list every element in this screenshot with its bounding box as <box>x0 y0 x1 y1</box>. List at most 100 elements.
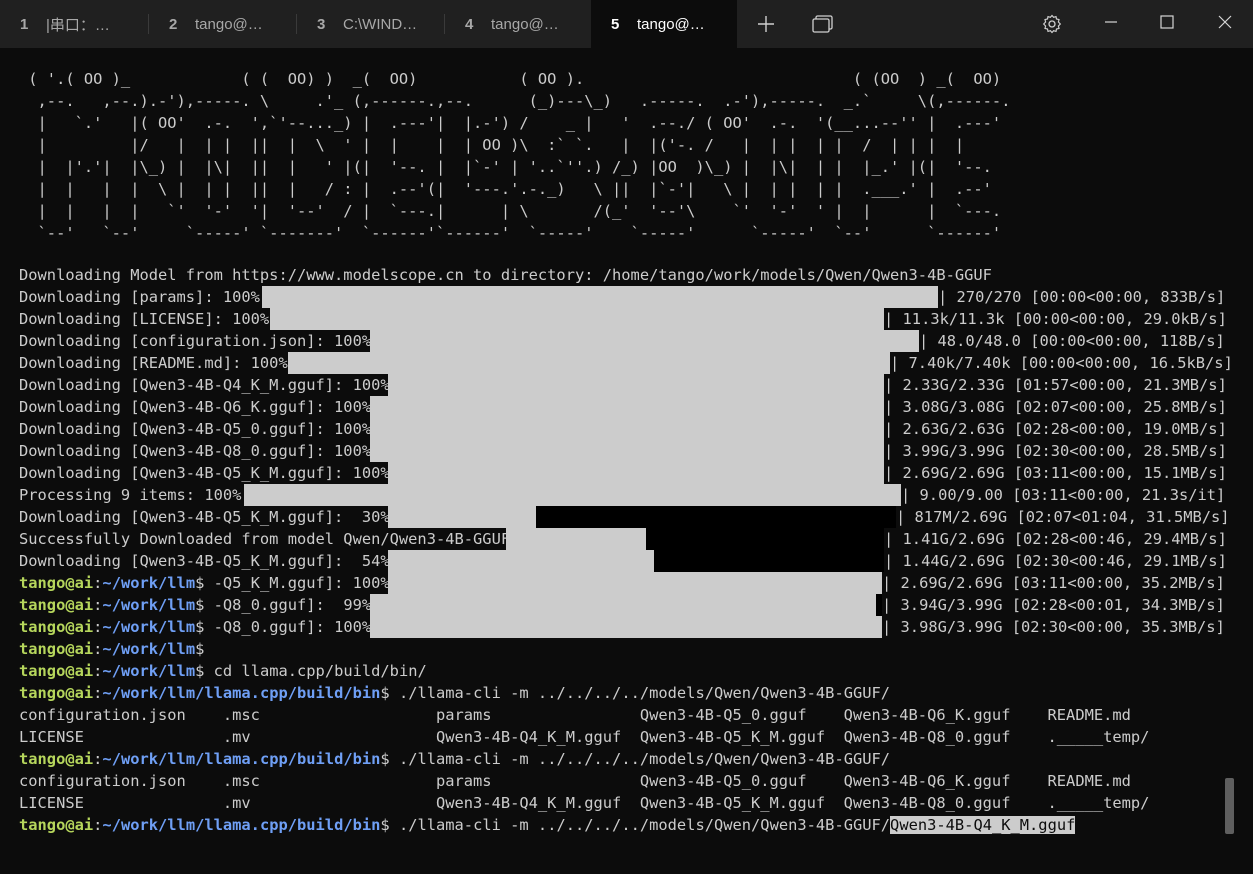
prompt-command: $ ./llama-cli -m ../../../../models/Qwen… <box>380 750 891 768</box>
prompt-user: tango@ai <box>19 618 94 636</box>
file-listing-row: LICENSE .mv Qwen3-4B-Q4_K_M.gguf Qwen3-4… <box>19 794 1150 812</box>
prompt-line: tango@ai:~/work/llm$ -Q5_K_M.gguf]: 100%… <box>19 574 399 592</box>
tab-bar: 1 |串口：… 2 tango@… 3 C:\WIND… 4 tango@… 5… <box>0 0 1253 48</box>
progress-stats: | 1.44G/2.69G [02:30<00:46, 29.1MB/s] <box>884 552 1227 570</box>
tab-completion-suggestion[interactable]: Qwen3-4B-Q4_K_M.gguf <box>890 816 1076 834</box>
prompt-path: ~/work/llm <box>102 618 196 636</box>
progress-stats: | 817M/2.69G [02:07<01:04, 31.5MB/s] <box>896 508 1230 526</box>
prompt-user: tango@ai <box>19 750 94 768</box>
plus-icon <box>758 16 774 32</box>
progress-stats: | 7.40k/7.40k [00:00<00:00, 16.5kB/s] <box>890 354 1233 372</box>
progress-bar <box>270 308 884 330</box>
minimize-icon <box>1105 21 1117 23</box>
progress-bar <box>370 440 884 462</box>
maximize-button[interactable] <box>1139 0 1195 44</box>
gear-icon <box>1042 14 1062 34</box>
progress-bar <box>370 330 919 352</box>
prompt-path: ~/work/llm <box>102 596 196 614</box>
tab-number: 3 <box>317 15 326 33</box>
terminal-output[interactable]: ( '.( OO )_ ( ( OO) ) _( OO) ( OO ). ( (… <box>0 48 1253 874</box>
tab-1[interactable]: 1 |串口：… <box>0 0 148 48</box>
progress-stats: | 11.3k/11.3k [00:00<00:00, 29.0kB/s] <box>884 310 1227 328</box>
close-button[interactable] <box>1197 0 1253 44</box>
progress-label: Downloading [Qwen3-4B-Q5_K_M.gguf]: 100%… <box>19 464 399 482</box>
progress-label: Downloading [LICENSE]: 100%| <box>19 310 279 328</box>
progress-bar <box>370 418 884 440</box>
prompt-command: $ -Q8_0.gguf]: 99%| <box>195 596 381 614</box>
progress-label: Downloading [Qwen3-4B-Q8_0.gguf]: 100%| <box>19 442 381 460</box>
progress-stats: | 2.69G/2.69G [03:11<00:00, 15.1MB/s] <box>884 464 1227 482</box>
prompt-user: tango@ai <box>19 574 94 592</box>
progress-bar <box>388 374 884 396</box>
progress-stats: | 3.08G/3.08G [02:07<00:00, 25.8MB/s] <box>884 398 1227 416</box>
progress-bar <box>506 528 646 550</box>
prompt-command: $ -Q8_0.gguf]: 100%| <box>195 618 381 636</box>
tab-2[interactable]: 2 tango@… <box>149 0 296 48</box>
prompt-path: ~/work/llm <box>102 574 196 592</box>
prompt-line: tango@ai:~/work/llm$ cd llama.cpp/build/… <box>19 662 427 680</box>
progress-label: Downloading [Qwen3-4B-Q5_K_M.gguf]: 30%| <box>19 508 399 526</box>
progress-bar <box>388 462 884 484</box>
file-listing-row: configuration.json .msc params Qwen3-4B-… <box>19 772 1131 790</box>
progress-bar <box>244 484 901 506</box>
progress-label: Processing 9 items: 100%| <box>19 486 251 504</box>
prompt-line: tango@ai:~/work/llm/llama.cpp/build/bin$… <box>19 750 891 768</box>
tab-title: tango@… <box>637 15 705 33</box>
progress-bar <box>388 506 536 528</box>
progress-bar <box>370 616 882 638</box>
progress-bar <box>288 352 890 374</box>
current-prompt-line[interactable]: tango@ai:~/work/llm/llama.cpp/build/bin$… <box>19 814 1076 836</box>
prompt-command: $ <box>195 640 205 658</box>
progress-bar <box>388 572 882 594</box>
tab-dropdown-button[interactable] <box>805 8 841 40</box>
prompt-command: $ ./llama-cli -m ../../../../models/Qwen… <box>380 684 891 702</box>
success-message: Successfully Downloaded from model Qwen/… <box>19 530 520 548</box>
progress-stats: | 1.41G/2.69G [02:28<00:46, 29.4MB/s] <box>884 530 1227 548</box>
prompt-path: ~/work/llm/llama.cpp/build/bin <box>102 684 381 702</box>
prompt-path: ~/work/llm <box>102 662 196 680</box>
file-listing-row: configuration.json .msc params Qwen3-4B-… <box>19 706 1131 724</box>
prompt-user: tango@ai <box>19 662 94 680</box>
progress-label: Downloading [configuration.json]: 100%| <box>19 332 381 350</box>
settings-button[interactable] <box>1034 8 1070 40</box>
progress-label: Downloading [Qwen3-4B-Q4_K_M.gguf]: 100%… <box>19 376 399 394</box>
tab-3[interactable]: 3 C:\WIND… <box>297 0 444 48</box>
prompt-path: ~/work/llm <box>102 640 196 658</box>
tab-4[interactable]: 4 tango@… <box>445 0 591 48</box>
progress-bar-remaining <box>654 550 884 572</box>
prompt-command: $ -Q5_K_M.gguf]: 100%| <box>195 574 399 592</box>
progress-label: Downloading [Qwen3-4B-Q5_0.gguf]: 100%| <box>19 420 381 438</box>
prompt-user: tango@ai <box>19 684 94 702</box>
modelscope-ascii-banner: ( '.( OO )_ ( ( OO) ) _( OO) ( OO ). ( (… <box>28 70 1011 242</box>
progress-stats: | 2.63G/2.63G [02:28<00:00, 19.0MB/s] <box>884 420 1227 438</box>
prompt-command: $ cd llama.cpp/build/bin/ <box>195 662 427 680</box>
progress-stats: | 3.99G/3.99G [02:30<00:00, 28.5MB/s] <box>884 442 1227 460</box>
new-tab-button[interactable] <box>748 8 784 40</box>
progress-label: Downloading [README.md]: 100%| <box>19 354 297 372</box>
progress-stats: | 2.69G/2.69G [03:11<00:00, 35.2MB/s] <box>882 574 1225 592</box>
prompt-path: ~/work/llm/llama.cpp/build/bin <box>102 816 381 834</box>
progress-bar <box>262 286 938 308</box>
maximize-icon <box>1160 15 1174 29</box>
download-header-line: Downloading Model from https://www.model… <box>19 266 992 284</box>
progress-label: Downloading [Qwen3-4B-Q6_K.gguf]: 100%| <box>19 398 381 416</box>
tab-title: C:\WIND… <box>343 15 418 33</box>
progress-bar-remaining <box>646 528 884 550</box>
prompt-line: tango@ai:~/work/llm$ -Q8_0.gguf]: 100%| <box>19 618 381 636</box>
tab-title: tango@… <box>195 15 263 33</box>
tab-5-active[interactable]: 5 tango@… <box>591 0 737 48</box>
progress-label: Downloading [Qwen3-4B-Q5_K_M.gguf]: 54%| <box>19 552 399 570</box>
progress-bar <box>370 396 884 418</box>
prompt-user: tango@ai <box>19 640 94 658</box>
scrollbar-thumb[interactable] <box>1225 778 1234 834</box>
progress-stats: | 3.98G/3.99G [02:30<00:00, 35.3MB/s] <box>882 618 1225 636</box>
minimize-button[interactable] <box>1083 0 1139 44</box>
prompt-command: $ ./llama-cli -m ../../../../models/Qwen… <box>380 816 891 834</box>
prompt-line: tango@ai:~/work/llm/llama.cpp/build/bin$… <box>19 684 891 702</box>
file-listing-row: LICENSE .mv Qwen3-4B-Q4_K_M.gguf Qwen3-4… <box>19 728 1150 746</box>
tabs-icon <box>812 15 833 33</box>
progress-bar <box>388 550 654 572</box>
progress-bar <box>370 594 876 616</box>
tab-title: |串口：… <box>46 16 110 34</box>
prompt-line: tango@ai:~/work/llm$ <box>19 640 205 658</box>
